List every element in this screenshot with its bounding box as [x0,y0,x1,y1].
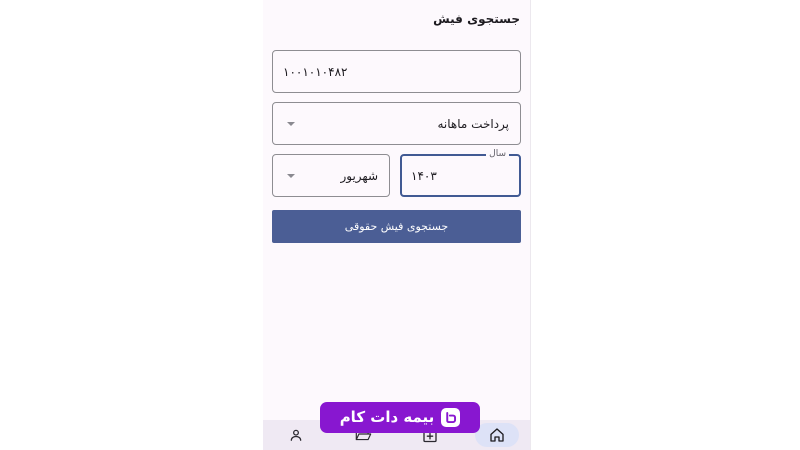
dropdown-arrow-icon [287,121,295,126]
b-logo-icon [446,411,457,424]
brand-logo-icon [441,408,461,427]
year-field[interactable]: سال ۱۴۰۳ [400,148,521,197]
person-icon [290,429,302,441]
payment-type-dropdown[interactable]: پرداخت ماهانه [272,102,521,145]
nav-item-profile[interactable] [274,423,318,447]
payment-type-selected: پرداخت ماهانه [437,116,510,131]
nav-item-home[interactable] [475,423,519,447]
month-selected: شهریور [340,168,378,183]
personnel-id-value: ۱۰۰۱۰۱۰۴۸۲ [283,64,348,79]
dropdown-arrow-icon [287,173,295,178]
page-title: جستجوی فیش [433,12,520,26]
brand-name: بیمه دات کام [339,408,435,426]
year-value: ۱۴۰۳ [411,168,437,183]
app-screen: جستجوی فیش ۱۰۰۱۰۱۰۴۸۲ پرداخت ماهانه سال … [263,0,531,450]
month-dropdown[interactable]: شهریور [272,154,390,197]
home-icon [490,428,504,442]
personnel-id-field[interactable]: ۱۰۰۱۰۱۰۴۸۲ [272,50,521,93]
brand-watermark: بیمه دات کام [320,402,480,433]
year-field-label: سال [486,148,509,160]
search-payslip-button[interactable]: جستجوی فیش حقوقی [272,210,521,243]
